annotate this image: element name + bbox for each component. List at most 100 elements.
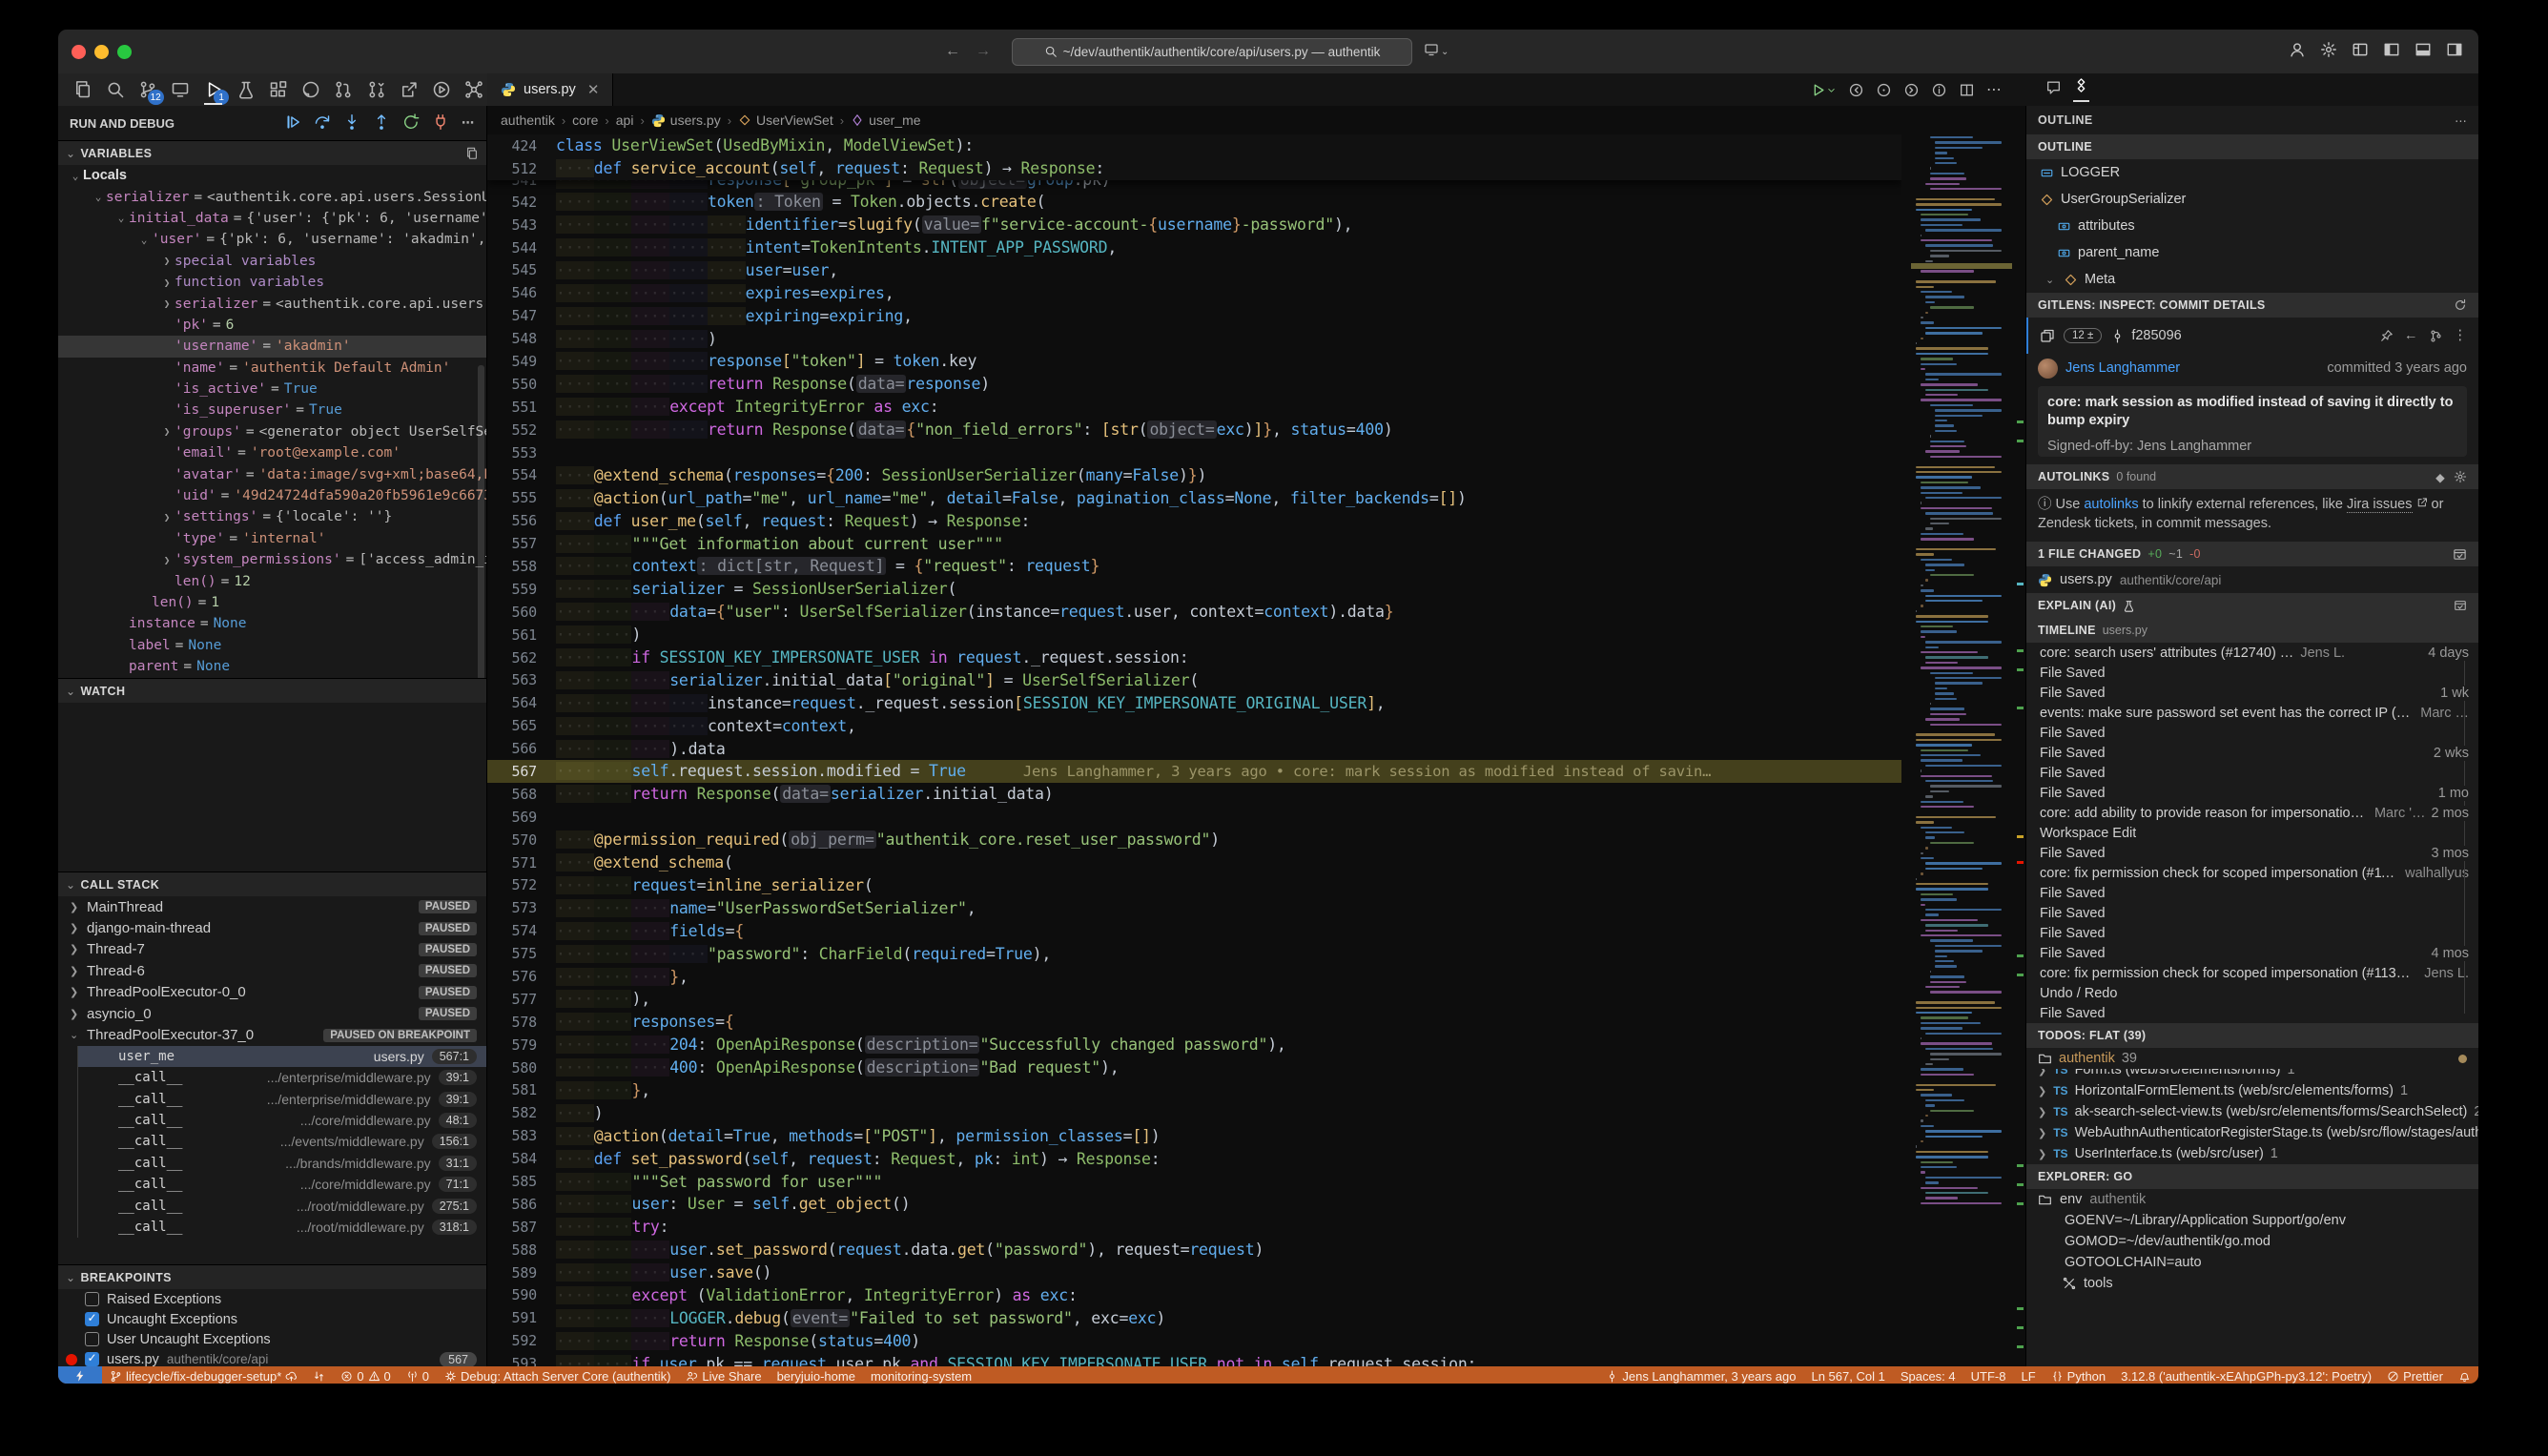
statusbar-task-1[interactable]: beryjuio-home	[770, 1369, 863, 1384]
variable-row[interactable]: ❯special variables	[58, 251, 486, 272]
code-line[interactable]: 553	[487, 441, 1901, 464]
code-line[interactable]: 559⋅⋅⋅⋅⋅⋅⋅⋅serializer = SessionUserSeria…	[487, 578, 1901, 601]
code-line[interactable]: 547⋅⋅⋅⋅⋅⋅⋅⋅⋅⋅⋅⋅⋅⋅⋅⋅⋅⋅⋅⋅expiring=expiring…	[487, 304, 1901, 327]
breadcrumb[interactable]: authentik›core›api›users.py›UserViewSet›…	[487, 106, 2025, 134]
stack-frame-row[interactable]: __call__.../root/middleware.py275:1	[77, 1195, 486, 1216]
refs-icon[interactable]	[464, 80, 483, 99]
code-line[interactable]: 570⋅⋅⋅⋅@permission_required(obj_perm="au…	[487, 829, 1901, 851]
go-env-var[interactable]: GOENV=~/Library/Application Support/go/e…	[2026, 1210, 2478, 1231]
command-center[interactable]: ~/dev/authentik/authentik/core/api/users…	[1012, 38, 1412, 66]
copy-icon[interactable]	[465, 147, 479, 160]
code-line[interactable]: 557⋅⋅⋅⋅⋅⋅⋅⋅"""Get information about curr…	[487, 532, 1901, 555]
files-changed-header[interactable]: 1 FILE CHANGED +0 ~1 -0	[2026, 542, 2478, 566]
variables-section-header[interactable]: ⌄VARIABLES	[58, 140, 486, 165]
watch-section-header[interactable]: ⌄WATCH	[58, 678, 486, 703]
statusbar-notifications[interactable]	[2451, 1370, 2478, 1383]
code-line[interactable]: 567⋅⋅⋅⋅⋅⋅⋅⋅self.request.session.modified…	[487, 760, 1901, 783]
statusbar-branch[interactable]: lifecycle/fix-debugger-setup*	[102, 1369, 305, 1384]
code-line[interactable]: 591⋅⋅⋅⋅⋅⋅⋅⋅⋅⋅⋅⋅LOGGER.debug(event="Faile…	[487, 1306, 1901, 1329]
code-line[interactable]: 582⋅⋅⋅⋅)	[487, 1101, 1901, 1124]
activity-item-beaker[interactable]	[233, 75, 258, 104]
breakpoint-row[interactable]: Uncaught Exceptions	[58, 1309, 486, 1329]
statusbar-python-interpreter[interactable]: 3.12.8 ('authentik-xEAhpGPh-py3.12': Poe…	[2113, 1369, 2379, 1384]
gear-icon[interactable]	[2454, 470, 2467, 483]
timeline-item[interactable]: File Saved	[2026, 883, 2478, 903]
code-line[interactable]: 577⋅⋅⋅⋅⋅⋅⋅⋅),	[487, 988, 1901, 1011]
variable-row[interactable]: ❯serializer=<authentik.core.api.users.Us…	[58, 293, 486, 314]
outline-item-UserGroupSerializer[interactable]: UserGroupSerializer	[2026, 186, 2478, 213]
statusbar-blame[interactable]: Jens Langhammer, 3 years ago	[1598, 1369, 1803, 1384]
timeline-item[interactable]: File Saved2 wks	[2026, 743, 2478, 763]
stepinto-icon[interactable]	[343, 113, 360, 131]
thread-row[interactable]: ❯MainThreadPAUSED	[58, 896, 486, 917]
github-icon[interactable]	[301, 80, 320, 99]
variable-row[interactable]: ❯'system_permissions'=['access_admin_int…	[58, 549, 486, 570]
code-line[interactable]: 580⋅⋅⋅⋅⋅⋅⋅⋅⋅⋅⋅⋅400: OpenApiResponse(desc…	[487, 1056, 1901, 1079]
diamond-icon[interactable]: ◆	[2435, 470, 2445, 484]
stepover-button[interactable]	[314, 113, 331, 133]
stack-frame-row[interactable]: __call__.../enterprise/middleware.py39:1	[77, 1067, 486, 1088]
thread-row[interactable]: ❯ThreadPoolExecutor-0_0PAUSED	[58, 982, 486, 1003]
navback-icon[interactable]	[1848, 82, 1864, 98]
activity-item-pr[interactable]	[331, 75, 357, 104]
code-line[interactable]: 584⋅⋅⋅⋅def set_password(self, request: R…	[487, 1147, 1901, 1170]
timeline-item[interactable]: Workspace Edit	[2026, 823, 2478, 843]
outline-item-parent_name[interactable]: parent_name	[2026, 239, 2478, 266]
timeline-item[interactable]: File Saved3 mos	[2026, 843, 2478, 863]
timeline-item[interactable]: File Saved	[2026, 663, 2478, 683]
stack-frame-row[interactable]: __call__.../root/middleware.py318:1	[77, 1217, 486, 1238]
more-actions-icon[interactable]: ⋯	[2455, 113, 2467, 128]
panelB-icon[interactable]	[2414, 41, 2432, 63]
thread-row[interactable]: ❯asyncio_0PAUSED	[58, 1003, 486, 1024]
variable-row[interactable]: len()=1	[58, 592, 486, 613]
code-line[interactable]: 589⋅⋅⋅⋅⋅⋅⋅⋅⋅⋅⋅⋅user.save()	[487, 1261, 1901, 1284]
statusbar-compare[interactable]	[305, 1370, 333, 1383]
variable-row[interactable]: ⌄initial_data={'user': {'pk': 6, 'userna…	[58, 208, 486, 229]
code-line[interactable]: 583⋅⋅⋅⋅@action(detail=True, methods=["PO…	[487, 1124, 1901, 1147]
todos-root-row[interactable]: authentik 39	[2026, 1048, 2478, 1069]
go-env-row[interactable]: env authentik	[2026, 1189, 2478, 1210]
panelL-icon[interactable]	[2383, 41, 2400, 63]
graph-icon[interactable]	[2429, 329, 2443, 343]
breakpoint-checkbox[interactable]	[85, 1352, 99, 1366]
go-env-var[interactable]: GOMOD=~/dev/authentik/go.mod	[2026, 1231, 2478, 1252]
pr-icon[interactable]	[334, 80, 353, 99]
activity-item-search[interactable]	[102, 75, 128, 104]
view-mode-icon[interactable]	[2453, 547, 2467, 562]
kebab-icon[interactable]: ⋮	[2454, 328, 2468, 343]
code-line[interactable]: 541⋅⋅⋅⋅⋅⋅⋅⋅⋅⋅⋅⋅⋅⋅⋅⋅response["group_pk"] …	[487, 180, 1901, 191]
variable-row[interactable]: 'username'='akadmin'	[58, 336, 486, 357]
code-line[interactable]: 564⋅⋅⋅⋅⋅⋅⋅⋅⋅⋅⋅⋅⋅⋅⋅⋅instance=request._req…	[487, 691, 1901, 714]
thread-row[interactable]: ❯Thread-6PAUSED	[58, 960, 486, 981]
gitlens-header[interactable]: GITLENS: INSPECT: COMMIT DETAILS	[2026, 293, 2478, 318]
continue-icon[interactable]	[284, 113, 301, 131]
stack-frame-row[interactable]: __call__.../events/middleware.py156:1	[77, 1131, 486, 1152]
statusbar-debug-target[interactable]: Debug: Attach Server Core (authentik)	[437, 1369, 678, 1384]
layout-icon[interactable]	[2352, 41, 2369, 63]
variable-row[interactable]: 'is_active'=True	[58, 379, 486, 400]
breadcrumb-item[interactable]: users.py	[651, 113, 721, 128]
code-line[interactable]: 561⋅⋅⋅⋅⋅⋅⋅⋅)	[487, 624, 1901, 646]
gitlens-commit-tab[interactable]: 12 ± f285096 ← ⋮	[2026, 318, 2478, 354]
activity-item-share[interactable]	[396, 75, 421, 104]
code-line[interactable]: 590⋅⋅⋅⋅⋅⋅⋅⋅except (ValidationError, Inte…	[487, 1284, 1901, 1307]
code-line[interactable]: 585⋅⋅⋅⋅⋅⋅⋅⋅"""Set password for user"""	[487, 1170, 1901, 1193]
code-line[interactable]: 588⋅⋅⋅⋅⋅⋅⋅⋅⋅⋅⋅⋅user.set_password(request…	[487, 1239, 1901, 1261]
code-line[interactable]: 512⋅⋅⋅⋅def service_account(self, request…	[487, 157, 1901, 180]
symbol-icon[interactable]	[2073, 77, 2089, 93]
refresh-icon[interactable]	[2454, 298, 2467, 312]
statusbar-language-mode[interactable]: Python	[2044, 1369, 2113, 1384]
code-line[interactable]: 563⋅⋅⋅⋅⋅⋅⋅⋅⋅⋅⋅⋅serializer.initial_data["…	[487, 668, 1901, 691]
overview-ruler[interactable]	[2013, 134, 2025, 1366]
timeline-item[interactable]: core: search users' attributes (#12740) …	[2026, 643, 2478, 663]
stepout-button[interactable]	[373, 113, 390, 133]
activity-item-github[interactable]	[298, 75, 324, 104]
timeline-item[interactable]: core: add ability to provide reason for …	[2026, 803, 2478, 823]
stepout-icon[interactable]	[373, 113, 390, 131]
statusbar-live-share[interactable]: Live Share	[678, 1369, 769, 1384]
account-icon[interactable]	[2289, 41, 2306, 58]
code-line[interactable]: 578⋅⋅⋅⋅⋅⋅⋅⋅responses={	[487, 1011, 1901, 1034]
disconnect-button[interactable]	[432, 113, 449, 133]
statusbar-task-2[interactable]: monitoring-system	[863, 1369, 979, 1384]
stepover-icon[interactable]	[314, 113, 331, 131]
